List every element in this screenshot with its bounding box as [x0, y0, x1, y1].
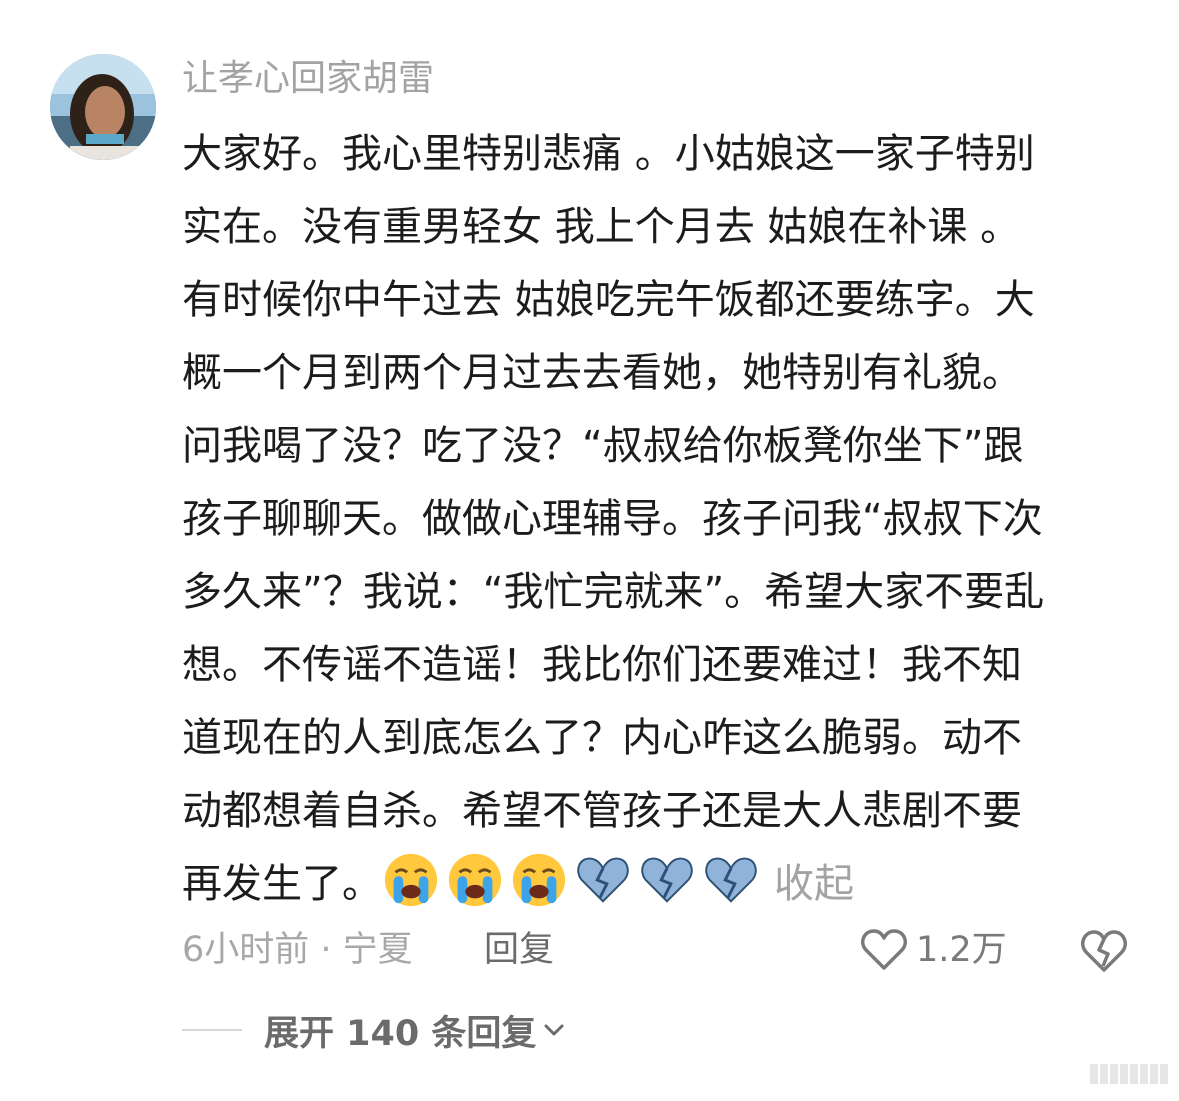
- comment-text-line: 概一个月到两个月过去去看她，她特别有礼貌。: [182, 350, 1022, 396]
- broken-heart-icon: [577, 857, 629, 903]
- expand-replies-label: 展开 140 条回复: [264, 1013, 537, 1054]
- timestamp-location: 6小时前 · 宁夏: [182, 930, 413, 970]
- loudly-crying-face-icon: [448, 853, 502, 907]
- broken-heart-icon: [641, 857, 693, 903]
- username[interactable]: 让孝心回家胡雷: [182, 54, 434, 104]
- comment-text-line: 多久来”？我说：“我忙完就来”。希望大家不要乱: [182, 569, 1045, 615]
- comment-card: 让孝心回家胡雷 大家好。我心里特别悲痛 。小姑娘这一家子特别 实在。没有重男轻女…: [0, 0, 1179, 1101]
- comment-text-line: 道现在的人到底怎么了？内心咋这么脆弱。动不: [182, 715, 1022, 761]
- comment-text-line: 实在。没有重男轻女 我上个月去 姑娘在补课 。: [182, 204, 1021, 250]
- comment-text-line: 大家好。我心里特别悲痛 。小姑娘这一家子特别: [182, 131, 1035, 177]
- avatar-photo: [50, 54, 156, 160]
- reply-button[interactable]: 回复: [484, 922, 554, 978]
- comment-text-last-line: 再发生了。 收起: [182, 848, 1142, 921]
- comment-text: 大家好。我心里特别悲痛 。小姑娘这一家子特别 实在。没有重男轻女 我上个月去 姑…: [182, 118, 1142, 921]
- expand-replies-button[interactable]: 展开 140 条回复: [182, 1006, 566, 1054]
- loudly-crying-face-icon: [512, 853, 566, 907]
- loudly-crying-face-icon: [384, 853, 438, 907]
- comment-text-line: 动都想着自杀。希望不管孩子还是大人悲剧不要: [182, 788, 1022, 834]
- like-count: 1.2万: [916, 930, 1007, 970]
- divider: [182, 1029, 242, 1031]
- collapse-button[interactable]: 收起: [774, 861, 854, 907]
- watermark-logo-icon: [1090, 1064, 1168, 1084]
- comment-text-line: 想。不传谣不造谣！我比你们还要难过！我不知: [182, 642, 1022, 688]
- broken-heart-icon: [705, 857, 757, 903]
- comment-text-line: 问我喝了没？吃了没？“叔叔给你板凳你坐下”跟: [182, 423, 1024, 469]
- heart-outline-icon: [861, 929, 907, 970]
- avatar[interactable]: [50, 54, 156, 160]
- comment-text-line: 再发生了。: [182, 861, 382, 907]
- comment-text-line: 有时候你中午过去 姑娘吃完午饭都还要练字。大: [182, 277, 1035, 323]
- comment-meta: 6小时前 · 宁夏 回复 1.2万: [182, 922, 1142, 978]
- dislike-broken-heart-button[interactable]: [1080, 926, 1128, 974]
- comment-text-line: 孩子聊聊天。做做心理辅导。孩子问我“叔叔下次: [182, 496, 1043, 542]
- like-button[interactable]: 1.2万: [860, 922, 1007, 978]
- chevron-down-icon: [544, 1024, 564, 1036]
